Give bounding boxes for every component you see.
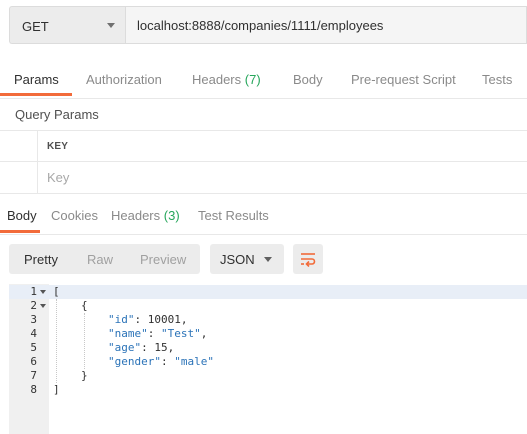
response-tab-body[interactable]: Body: [7, 208, 37, 223]
json-key: "name": [108, 327, 148, 340]
view-mode-group: Pretty Raw Preview: [9, 244, 200, 274]
response-body-editor[interactable]: 1 [ 2 { 3 "id": 10001, 4 "name": "Test",…: [9, 284, 527, 434]
headers-count: (7): [244, 72, 261, 87]
tab-params[interactable]: Params: [14, 72, 59, 87]
method-label: GET: [22, 19, 49, 34]
url-text: localhost:8888/companies/1111/employees: [137, 18, 384, 33]
raw-button[interactable]: Raw: [87, 252, 113, 267]
chevron-down-icon: [264, 257, 272, 262]
line-number: 8: [30, 383, 37, 396]
table-header-row: KEY: [0, 130, 527, 162]
tab-tests[interactable]: Tests: [482, 72, 512, 87]
code-line: 2 {: [9, 299, 527, 313]
line-number: 6: [30, 355, 37, 368]
line-number: 5: [30, 341, 37, 354]
query-params-title: Query Params: [15, 107, 99, 122]
query-params-table: KEY Key: [0, 130, 527, 194]
line-number: 7: [30, 369, 37, 382]
line-number: 2: [30, 299, 37, 312]
preview-button[interactable]: Preview: [140, 252, 186, 267]
checkbox-column: [0, 131, 38, 162]
code-text: "id": 10001,: [108, 313, 188, 326]
code-text: ]: [53, 383, 60, 396]
indent-guide: [56, 299, 57, 383]
line-number: 4: [30, 327, 37, 340]
wrap-lines-icon: [301, 253, 316, 267]
chevron-down-icon: [107, 23, 115, 28]
code-text: }: [81, 369, 88, 382]
line-number: 1: [30, 285, 37, 298]
code-line: 1 [: [9, 285, 527, 299]
code-text: "name": "Test",: [108, 327, 208, 340]
json-value: 10001: [147, 313, 181, 326]
code-line: 3 "id": 10001,: [9, 313, 527, 327]
code-line: 7 }: [9, 369, 527, 383]
code-line: 6 "gender": "male": [9, 355, 527, 369]
code-line: 4 "name": "Test",: [9, 327, 527, 341]
format-label: JSON: [220, 252, 255, 267]
active-tab-indicator: [0, 93, 72, 96]
response-tab-test-results[interactable]: Test Results: [198, 208, 269, 223]
json-key: "age": [108, 341, 142, 354]
json-key: "gender": [108, 355, 161, 368]
code-line: 8 ]: [9, 383, 527, 397]
response-tabs: Body Cookies Headers (3) Test Results: [0, 200, 527, 235]
key-column-header: KEY: [47, 141, 69, 152]
code-text: [: [53, 285, 60, 298]
tab-headers-label: Headers: [192, 72, 242, 87]
tab-headers[interactable]: Headers (7): [192, 72, 261, 87]
code-text: {: [81, 299, 88, 312]
tab-body[interactable]: Body: [293, 72, 323, 87]
json-key: "id": [108, 313, 135, 326]
wrap-lines-button[interactable]: [293, 244, 323, 274]
response-tab-cookies[interactable]: Cookies: [51, 208, 98, 223]
format-select[interactable]: JSON: [210, 244, 284, 274]
response-tab-headers-label: Headers: [111, 208, 161, 223]
line-number: 3: [30, 313, 37, 326]
json-value: "Test": [161, 327, 201, 340]
row-checkbox[interactable]: [0, 162, 38, 193]
json-value: 15: [154, 341, 168, 354]
pretty-button[interactable]: Pretty: [24, 252, 58, 267]
request-tabs: Params Authorization Headers (7) Body Pr…: [0, 60, 527, 99]
tab-authorization[interactable]: Authorization: [86, 72, 162, 87]
code-line: 5 "age": 15,: [9, 341, 527, 355]
indent-guide: [84, 313, 85, 369]
table-row: Key: [0, 161, 527, 194]
key-input[interactable]: Key: [47, 170, 69, 185]
response-tab-headers[interactable]: Headers (3): [111, 208, 180, 223]
fold-arrow-icon[interactable]: [40, 304, 46, 308]
active-response-tab-indicator: [0, 230, 40, 233]
json-value: "male": [174, 355, 214, 368]
code-text: "age": 15,: [108, 341, 175, 354]
request-bar: GET localhost:8888/companies/1111/employ…: [0, 0, 527, 52]
fold-arrow-icon[interactable]: [40, 290, 46, 294]
method-select[interactable]: GET: [9, 6, 125, 44]
tab-prerequest-script[interactable]: Pre-request Script: [351, 72, 456, 87]
url-input[interactable]: localhost:8888/companies/1111/employees: [125, 6, 527, 44]
response-headers-count: (3): [163, 208, 180, 223]
response-toolbar: Pretty Raw Preview JSON: [0, 244, 527, 274]
code-text: "gender": "male": [108, 355, 214, 368]
